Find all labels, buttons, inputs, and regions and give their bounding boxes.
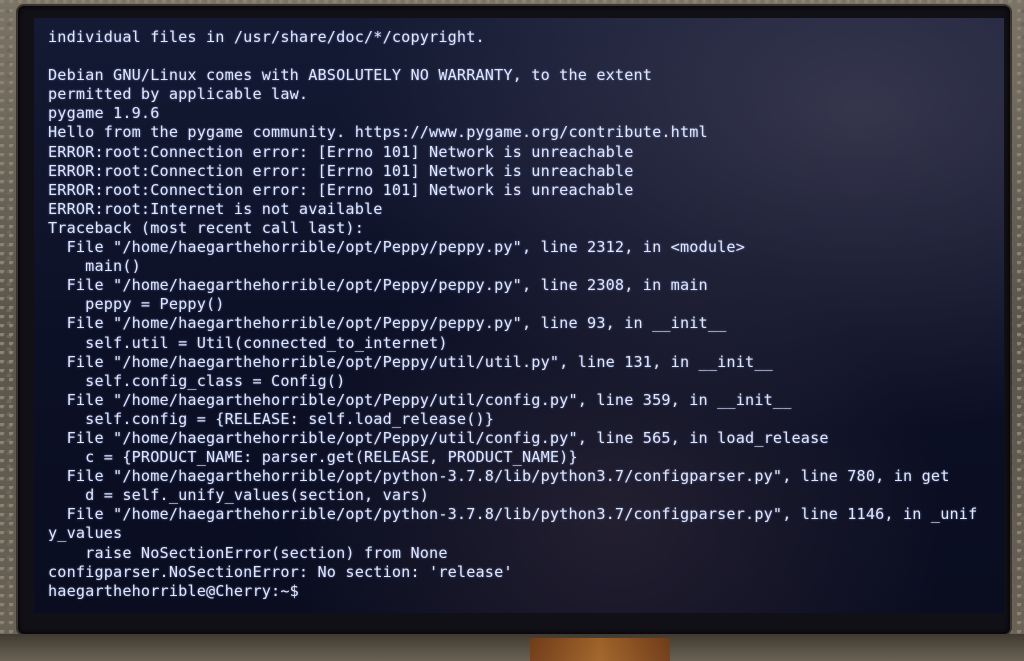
terminal-screen[interactable]: individual files in /usr/share/doc/*/cop…: [34, 18, 1004, 613]
terminal-line: d = self._unify_values(section, vars): [48, 486, 430, 505]
terminal-line: File "/home/haegarthehorrible/opt/python…: [48, 467, 950, 486]
terminal-line: Debian GNU/Linux comes with ABSOLUTELY N…: [48, 66, 653, 85]
terminal-output: individual files in /usr/share/doc/*/cop…: [48, 28, 1003, 601]
shell-prompt-text: haegarthehorrible@Cherry:~$: [48, 581, 299, 600]
terminal-line: ERROR:root:Connection error: [Errno 101]…: [48, 142, 634, 161]
text-cursor: [299, 583, 308, 598]
terminal-line: File "/home/haegarthehorrible/opt/Peppy/…: [48, 428, 829, 447]
terminal-line: File "/home/haegarthehorrible/opt/Peppy/…: [48, 276, 708, 295]
terminal-line: peppy = Peppy(): [48, 295, 225, 314]
terminal-line: self.util = Util(connected_to_internet): [48, 333, 448, 352]
terminal-line: File "/home/haegarthehorrible/opt/python…: [48, 505, 978, 524]
terminal-line: c = {PRODUCT_NAME: parser.get(RELEASE, P…: [48, 448, 578, 467]
terminal-line: Traceback (most recent call last):: [48, 218, 364, 237]
terminal-line: File "/home/haegarthehorrible/opt/Peppy/…: [48, 314, 727, 333]
terminal-line: File "/home/haegarthehorrible/opt/Peppy/…: [48, 390, 792, 409]
terminal-line: configparser.NoSectionError: No section:…: [48, 562, 513, 581]
terminal-line: File "/home/haegarthehorrible/opt/Peppy/…: [48, 238, 746, 257]
ribbon-cable: [530, 638, 670, 661]
photo-backdrop: individual files in /usr/share/doc/*/cop…: [0, 0, 1024, 661]
terminal-line: ERROR:root:Internet is not available: [48, 199, 383, 218]
desk-surface: [0, 634, 1024, 661]
terminal-line: ERROR:root:Connection error: [Errno 101]…: [48, 161, 634, 180]
terminal-line: Hello from the pygame community. https:/…: [48, 123, 708, 142]
terminal-line: y_values: [48, 524, 123, 543]
terminal-line: self.config_class = Config(): [48, 371, 346, 390]
terminal-line: raise NoSectionError(section) from None: [48, 543, 448, 562]
terminal-line: ERROR:root:Connection error: [Errno 101]…: [48, 180, 634, 199]
terminal-line: File "/home/haegarthehorrible/opt/Peppy/…: [48, 352, 773, 371]
shell-prompt[interactable]: haegarthehorrible@Cherry:~$: [48, 582, 1003, 601]
terminal-line: permitted by applicable law.: [48, 85, 309, 104]
terminal-line: individual files in /usr/share/doc/*/cop…: [48, 28, 485, 46]
terminal-line: main(): [48, 257, 141, 276]
terminal-line: pygame 1.9.6: [48, 104, 160, 123]
terminal-line: self.config = {RELEASE: self.load_releas…: [48, 409, 495, 428]
